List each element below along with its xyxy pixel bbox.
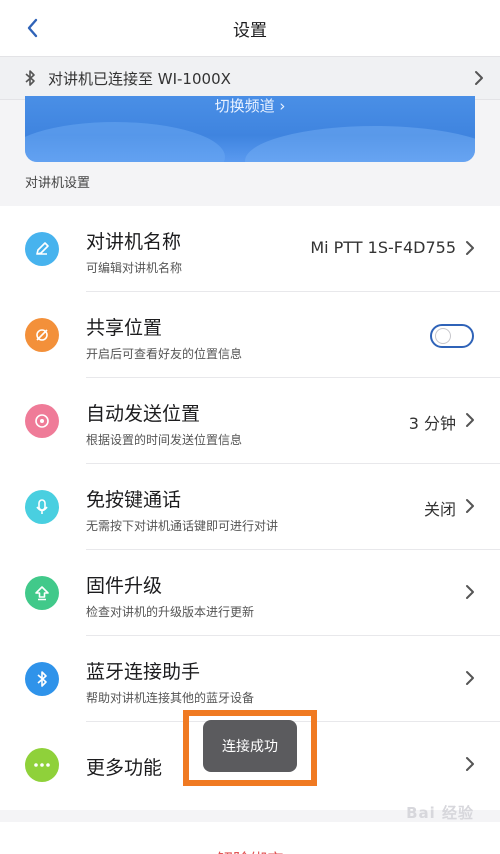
bluetooth-icon [25, 662, 59, 696]
toast-message: 连接成功 [203, 720, 297, 772]
chevron-right-icon [466, 413, 474, 427]
section-header: 对讲机设置 [25, 176, 91, 191]
page-title: 设置 [233, 20, 267, 41]
row-value: 关闭 [423, 500, 456, 519]
more-icon [25, 748, 59, 782]
top-nav-bar: 设置 [0, 0, 500, 56]
banner-decoration [245, 126, 475, 162]
row-hands-free-talk[interactable]: 免按键通话 无需按下对讲机通话键即可进行对讲 关闭 [0, 464, 500, 550]
edit-icon [25, 232, 59, 266]
chevron-right-icon [475, 71, 483, 85]
watermark: Bai 经验 [406, 804, 474, 822]
row-value: Mi PTT 1S-F4D755 [310, 238, 456, 257]
row-subtitle: 可编辑对讲机名称 [86, 261, 183, 275]
row-title: 固件升级 [86, 575, 163, 597]
upgrade-icon [25, 576, 59, 610]
row-title: 对讲机名称 [86, 231, 182, 253]
row-title: 免按键通话 [86, 489, 182, 511]
share-location-toggle[interactable] [430, 324, 474, 348]
chevron-right-icon [466, 585, 474, 599]
row-subtitle: 开启后可查看好友的位置信息 [86, 347, 243, 361]
chevron-right-icon [466, 241, 474, 255]
row-share-location[interactable]: 共享位置 开启后可查看好友的位置信息 [0, 292, 500, 378]
row-value: 3 分钟 [408, 414, 456, 433]
unbind-button[interactable]: 解除绑定 [0, 846, 500, 854]
row-device-name[interactable]: 对讲机名称 可编辑对讲机名称 Mi PTT 1S-F4D755 [0, 206, 500, 292]
row-firmware-upgrade[interactable]: 固件升级 检查对讲机的升级版本进行更新 [0, 550, 500, 636]
chevron-right-icon [466, 757, 474, 771]
bluetooth-status-bar[interactable]: 对讲机已连接至 WI-1000X [0, 56, 500, 100]
row-subtitle: 帮助对讲机连接其他的蓝牙设备 [86, 691, 255, 705]
chevron-right-icon [466, 671, 474, 685]
toggle-knob [435, 328, 451, 344]
location-share-icon [25, 318, 59, 352]
row-title: 共享位置 [86, 317, 163, 339]
row-title: 蓝牙连接助手 [86, 661, 201, 683]
row-subtitle: 检查对讲机的升级版本进行更新 [86, 605, 255, 619]
bluetooth-icon [25, 70, 35, 86]
row-subtitle: 根据设置的时间发送位置信息 [86, 433, 243, 447]
target-icon [25, 404, 59, 438]
row-subtitle: 无需按下对讲机通话键即可进行对讲 [86, 519, 279, 533]
chevron-right-icon [466, 499, 474, 513]
row-title: 自动发送位置 [86, 403, 201, 425]
bluetooth-status-text: 对讲机已连接至 WI-1000X [48, 69, 231, 88]
chevron-left-icon [27, 18, 38, 38]
row-title: 更多功能 [86, 757, 163, 779]
banner-decoration [25, 122, 225, 162]
switch-channel-link[interactable]: 切换频道 › [25, 96, 475, 116]
channel-banner[interactable]: 切换频道 › [25, 96, 475, 162]
row-auto-send-location[interactable]: 自动发送位置 根据设置的时间发送位置信息 3 分钟 [0, 378, 500, 464]
microphone-icon [25, 490, 59, 524]
back-button[interactable] [18, 14, 46, 42]
